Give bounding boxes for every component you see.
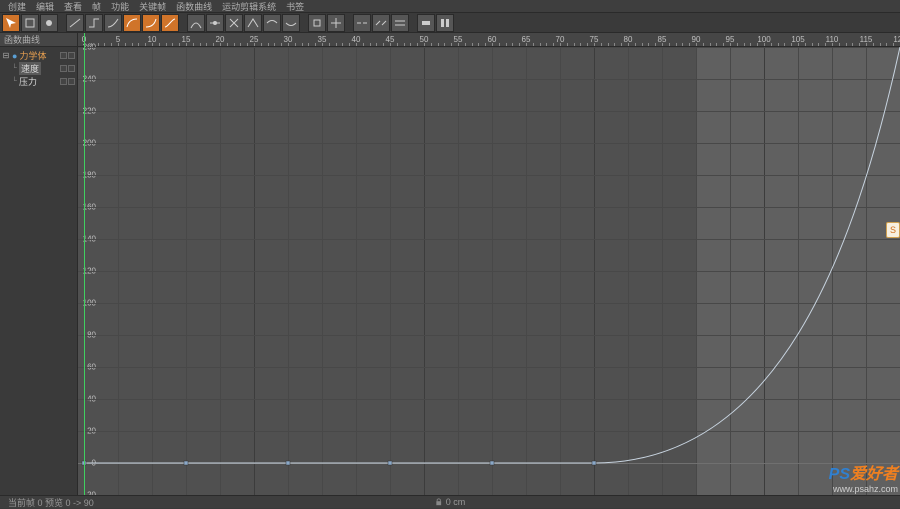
status-left: 当前帧 0 预览 0 -> 90 — [8, 496, 94, 509]
tool-tangent-5[interactable] — [263, 14, 281, 32]
tool-key[interactable] — [40, 14, 58, 32]
menu-item[interactable]: 运动剪辑系统 — [222, 0, 276, 13]
menu-item[interactable]: 函数曲线 — [176, 0, 212, 13]
keyframe[interactable] — [592, 461, 596, 465]
ruler-x[interactable]: 0510152025303540455055606570758085909510… — [78, 33, 900, 47]
graph-area[interactable]: 0510152025303540455055606570758085909510… — [78, 33, 900, 495]
tool-ease[interactable] — [123, 14, 141, 32]
tool-easeout[interactable] — [142, 14, 160, 32]
menu-item[interactable]: 查看 — [64, 0, 82, 13]
tool-break-2[interactable] — [372, 14, 390, 32]
toolbar — [0, 13, 900, 33]
menu-item[interactable]: 书签 — [286, 0, 304, 13]
tool-snap-2[interactable] — [327, 14, 345, 32]
sidebar-title: 函数曲线 — [0, 33, 77, 47]
keyframe[interactable] — [286, 461, 290, 465]
status-center: 0 cm — [446, 497, 466, 507]
object-tree: ⊟ ● 力学体 └ 速度 └ 压力 — [0, 47, 77, 90]
collapse-icon[interactable]: ⊟ — [2, 52, 10, 60]
sidebar: 函数曲线 ⊟ ● 力学体 └ 速度 └ 压力 — [0, 33, 78, 495]
tool-step[interactable] — [85, 14, 103, 32]
tool-spline[interactable] — [104, 14, 122, 32]
tool-tangent-2[interactable] — [206, 14, 224, 32]
keyframe[interactable] — [388, 461, 392, 465]
tree-label: 力学体 — [19, 49, 46, 62]
watermark: PS爱好者 www.psahz.com — [829, 460, 898, 494]
menu-item[interactable]: 编辑 — [36, 0, 54, 13]
tool-tangent-6[interactable] — [282, 14, 300, 32]
tool-frame[interactable] — [21, 14, 39, 32]
tool-tangent-1[interactable] — [187, 14, 205, 32]
menu-item[interactable]: 创建 — [8, 0, 26, 13]
tree-label: 压力 — [19, 75, 37, 88]
tree-label: 速度 — [19, 62, 41, 75]
menu-bar: 创建编辑查看帧功能关键帧函数曲线运动剪辑系统书签 — [0, 0, 900, 13]
lock-icon — [435, 498, 443, 506]
fcurve[interactable] — [78, 47, 900, 495]
menu-item[interactable]: 功能 — [111, 0, 129, 13]
tree-item-speed[interactable]: └ 速度 — [0, 62, 77, 75]
tool-region-1[interactable] — [417, 14, 435, 32]
menu-item[interactable]: 帧 — [92, 0, 101, 13]
end-marker-icon[interactable]: S — [886, 222, 900, 238]
tool-linear[interactable] — [66, 14, 84, 32]
keyframe[interactable] — [184, 461, 188, 465]
tool-break-3[interactable] — [391, 14, 409, 32]
tool-tangent-4[interactable] — [244, 14, 262, 32]
tree-item-pressure[interactable]: └ 压力 — [0, 75, 77, 88]
playhead[interactable] — [84, 33, 85, 495]
menu-item[interactable]: 关键帧 — [139, 0, 166, 13]
ruler-tick: 120 — [893, 33, 900, 47]
tree-item-root[interactable]: ⊟ ● 力学体 — [0, 49, 77, 62]
tool-break-1[interactable] — [353, 14, 371, 32]
tool-snap-1[interactable] — [308, 14, 326, 32]
tool-region-2[interactable] — [436, 14, 454, 32]
status-bar: 当前帧 0 预览 0 -> 90 0 cm — [0, 495, 900, 508]
tool-easeinout[interactable] — [161, 14, 179, 32]
keyframe[interactable] — [490, 461, 494, 465]
tool-tangent-3[interactable] — [225, 14, 243, 32]
tool-move[interactable] — [2, 14, 20, 32]
